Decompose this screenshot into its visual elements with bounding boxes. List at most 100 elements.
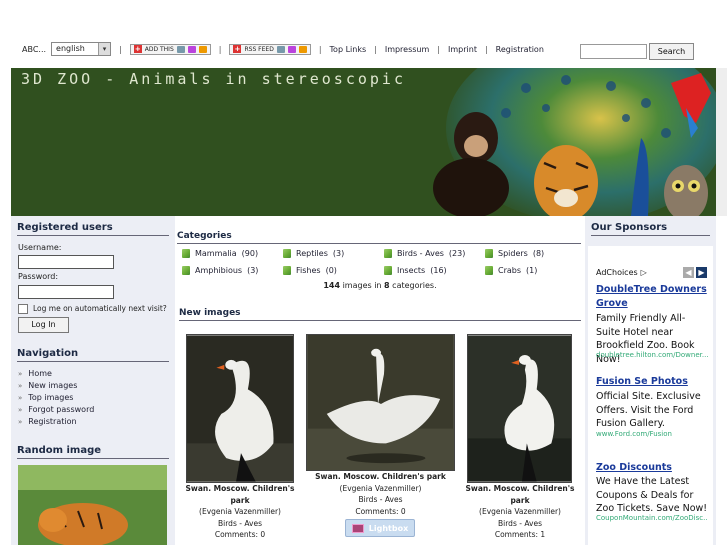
top-links-row: ABC... english ▾ | + ADD THIS | + RSS FE… [22, 41, 544, 57]
nav-item-label: Registration [28, 417, 77, 426]
feed-icon [287, 45, 296, 53]
nav-item-new-images[interactable]: » New images [18, 380, 94, 392]
category-fishes[interactable]: Fishes (0) [283, 266, 337, 275]
category-label: Mammalia [195, 249, 237, 258]
category-count: (8) [532, 249, 545, 258]
image-comments: Comments: 0 [214, 530, 266, 539]
image-author[interactable]: (Evgenia Vazenmiller) [465, 506, 575, 518]
image-thumbnail-3[interactable] [467, 334, 572, 483]
bookmark-icon [176, 45, 185, 53]
random-image-thumbnail[interactable] [18, 465, 167, 545]
ad-url-3[interactable]: CouponMountain.com/ZooDisc... [596, 514, 708, 522]
sponsors-title: Our Sponsors [591, 222, 710, 236]
bullet-icon: » [18, 382, 23, 390]
nav-item-registration[interactable]: » Registration [18, 416, 94, 428]
nav-item-label: Home [28, 369, 52, 378]
ad-title-1[interactable]: DoubleTree Downers Grove [596, 283, 708, 311]
bookmark-icon [198, 45, 207, 53]
lightbox-button[interactable]: Lightbox [345, 519, 415, 537]
addthis-button[interactable]: + ADD THIS [129, 43, 211, 55]
image-comments: Comments: 0 [355, 506, 406, 516]
category-crabs[interactable]: Crabs (1) [485, 266, 537, 275]
nav-item-label: Top images [28, 393, 74, 402]
image-category[interactable]: Birds - Aves [465, 518, 575, 530]
nav-item-forgot-password[interactable]: » Forgot password [18, 404, 94, 416]
feed-icon [298, 45, 307, 53]
lightbox-label: Lightbox [368, 523, 409, 533]
adchoices-icon: ▷ [640, 268, 647, 277]
category-amphibious[interactable]: Amphibious (3) [182, 266, 258, 275]
login-button[interactable]: Log In [18, 317, 69, 333]
image-title[interactable]: Swan. Moscow. Children's [465, 483, 575, 495]
category-spiders[interactable]: Spiders (8) [485, 249, 544, 258]
ad-body-2[interactable]: Official Site. Exclusive Offers. Visit t… [596, 390, 708, 431]
rss-feed-button[interactable]: + RSS FEED [229, 43, 311, 55]
impressum-link[interactable]: Impressum [385, 45, 429, 54]
category-birds[interactable]: Birds - Aves (23) [384, 249, 465, 258]
language-select[interactable]: english ▾ [51, 42, 112, 56]
folder-icon [384, 249, 392, 258]
addthis-label: ADD THIS [144, 45, 174, 53]
nav-item-home[interactable]: » Home [18, 368, 94, 380]
search-button[interactable]: Search [649, 43, 694, 60]
ad-title-3[interactable]: Zoo Discounts [596, 461, 708, 475]
ad-body-3[interactable]: We Have the Latest Coupons & Deals for Z… [596, 475, 708, 516]
divider: | [318, 44, 322, 54]
divider: | [119, 44, 122, 54]
ad-url-2[interactable]: www.Ford.com/Fusion [596, 430, 708, 438]
nav-item-label: New images [28, 381, 78, 390]
image-author[interactable]: (Evgenia Vazenmiller) [183, 506, 297, 518]
nav-item-top-images[interactable]: » Top images [18, 392, 94, 404]
bullet-icon: » [18, 418, 23, 426]
category-insects[interactable]: Insects (16) [384, 266, 447, 275]
category-label: Reptiles [296, 249, 328, 258]
username-field[interactable] [18, 255, 114, 269]
image-author[interactable]: (Evgenia Vazenmiller) [303, 483, 458, 495]
image-caption-1: Swan. Moscow. Children's park (Evgenia V… [183, 483, 297, 541]
site-banner: 3D ZOO - Animals in stereoscopic 3-D [11, 68, 716, 216]
category-reptiles[interactable]: Reptiles (3) [283, 249, 344, 258]
folder-icon [182, 266, 190, 275]
page-margin [0, 68, 11, 216]
divider: | [437, 44, 440, 54]
category-label: Spiders [498, 249, 528, 258]
divider: | [484, 44, 488, 54]
image-thumbnail-2[interactable] [306, 334, 455, 471]
navigation-list: » Home » New images » Top images » Forgot pa… [18, 368, 94, 428]
adchoices-label[interactable]: AdChoices ▷ [596, 268, 647, 277]
abc-link[interactable]: ABC... [22, 45, 46, 54]
rss-label: RSS FEED [244, 45, 274, 53]
folder-icon [384, 266, 392, 275]
category-count: (23) [448, 249, 466, 258]
image-title[interactable]: Swan. Moscow. Children's [183, 483, 297, 495]
image-title[interactable]: Swan. Moscow. Children's park [303, 471, 458, 483]
bullet-icon: » [18, 394, 23, 402]
image-title[interactable]: park [465, 495, 575, 507]
image-category[interactable]: Birds - Aves [303, 494, 458, 506]
chevron-right-icon[interactable]: ▶ [696, 267, 707, 278]
ad-url-1[interactable]: doubletree.hilton.com/Downer... [596, 351, 708, 359]
image-thumbnail-1[interactable] [186, 334, 294, 483]
folder-icon [283, 266, 291, 275]
imprint-link[interactable]: Imprint [448, 45, 477, 54]
image-category[interactable]: Birds - Aves [183, 518, 297, 530]
top-links-link[interactable]: Top Links [330, 45, 367, 54]
ad-title-2[interactable]: Fusion Se Photos [596, 375, 708, 389]
page-margin [716, 216, 727, 545]
summary-text: images in [340, 281, 385, 290]
category-mammalia[interactable]: Mammalia (90) [182, 249, 258, 258]
banner-animals-image [416, 68, 716, 216]
search-input[interactable] [580, 44, 647, 59]
image-comments: Comments: 1 [494, 530, 546, 539]
divider: | [218, 44, 222, 54]
chevron-down-icon: ▾ [98, 43, 111, 55]
category-label: Amphibious [195, 266, 243, 275]
chevron-left-icon[interactable]: ◀ [683, 267, 694, 278]
image-title[interactable]: park [183, 495, 297, 507]
remember-checkbox[interactable] [18, 304, 28, 314]
username-label: Username: [18, 243, 62, 252]
plus-icon: + [233, 45, 242, 53]
password-field[interactable] [18, 285, 114, 299]
registration-link[interactable]: Registration [496, 45, 544, 54]
nav-item-label: Forgot password [28, 405, 95, 414]
